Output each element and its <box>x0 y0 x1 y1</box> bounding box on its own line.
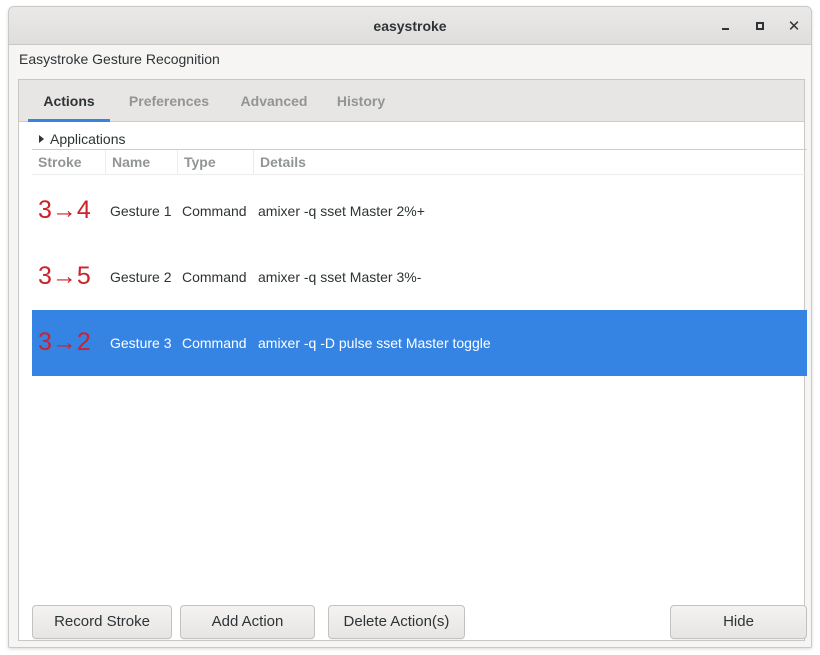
delete-actions-button[interactable]: Delete Action(s) <box>328 605 465 639</box>
tab-advanced[interactable]: Advanced <box>232 80 316 122</box>
stroke-glyph: 3→2 <box>38 328 91 356</box>
triangle-right-icon <box>39 135 44 143</box>
close-icon: ✕ <box>787 18 801 35</box>
applications-expander[interactable]: Applications <box>39 129 126 149</box>
action-details: amixer -q sset Master 2%+ <box>258 203 425 219</box>
tab-strip: Actions Preferences Advanced History <box>19 80 804 122</box>
column-header-type[interactable]: Type <box>178 150 254 175</box>
column-header-details[interactable]: Details <box>254 150 454 175</box>
table-row-selected[interactable]: 3→2 Gesture 3 Command amixer -q -D pulse… <box>32 310 807 376</box>
hide-button[interactable]: Hide <box>670 605 807 639</box>
action-type: Command <box>182 269 247 285</box>
tab-actions[interactable]: Actions <box>28 80 110 122</box>
actions-table: Stroke Name Type Details 3→4 Gesture 1 C… <box>32 149 807 629</box>
gesture-name: Gesture 1 <box>110 203 172 219</box>
action-type: Command <box>182 335 247 351</box>
app-window: easystroke ✕ Easystroke Gesture Recognit… <box>8 6 812 648</box>
notebook: Actions Preferences Advanced History App… <box>18 79 807 641</box>
table-header: Stroke Name Type Details <box>32 150 807 175</box>
column-header-stroke[interactable]: Stroke <box>32 150 106 175</box>
table-row[interactable]: 3→4 Gesture 1 Command amixer -q sset Mas… <box>32 178 807 244</box>
titlebar[interactable]: easystroke ✕ <box>9 7 811 45</box>
stroke-glyph: 3→5 <box>38 262 91 290</box>
tab-history[interactable]: History <box>330 80 392 122</box>
record-stroke-button[interactable]: Record Stroke <box>32 605 172 639</box>
column-header-name[interactable]: Name <box>106 150 178 175</box>
tab-preferences[interactable]: Preferences <box>120 80 218 122</box>
gesture-name: Gesture 2 <box>110 269 172 285</box>
action-type: Command <box>182 203 247 219</box>
action-details: amixer -q -D pulse sset Master toggle <box>258 335 491 351</box>
minimize-icon <box>721 28 729 30</box>
close-button[interactable]: ✕ <box>784 16 804 36</box>
minimize-button[interactable] <box>715 16 735 36</box>
window-title: easystroke <box>373 18 447 34</box>
header-label: Easystroke Gesture Recognition <box>19 51 220 67</box>
action-details: amixer -q sset Master 3%- <box>258 269 422 285</box>
maximize-button[interactable] <box>750 16 770 36</box>
table-row[interactable]: 3→5 Gesture 2 Command amixer -q sset Mas… <box>32 244 807 310</box>
gesture-name: Gesture 3 <box>110 335 172 351</box>
maximize-icon <box>756 22 764 30</box>
stroke-glyph: 3→4 <box>38 196 91 224</box>
applications-label: Applications <box>50 131 126 147</box>
add-action-button[interactable]: Add Action <box>180 605 315 639</box>
